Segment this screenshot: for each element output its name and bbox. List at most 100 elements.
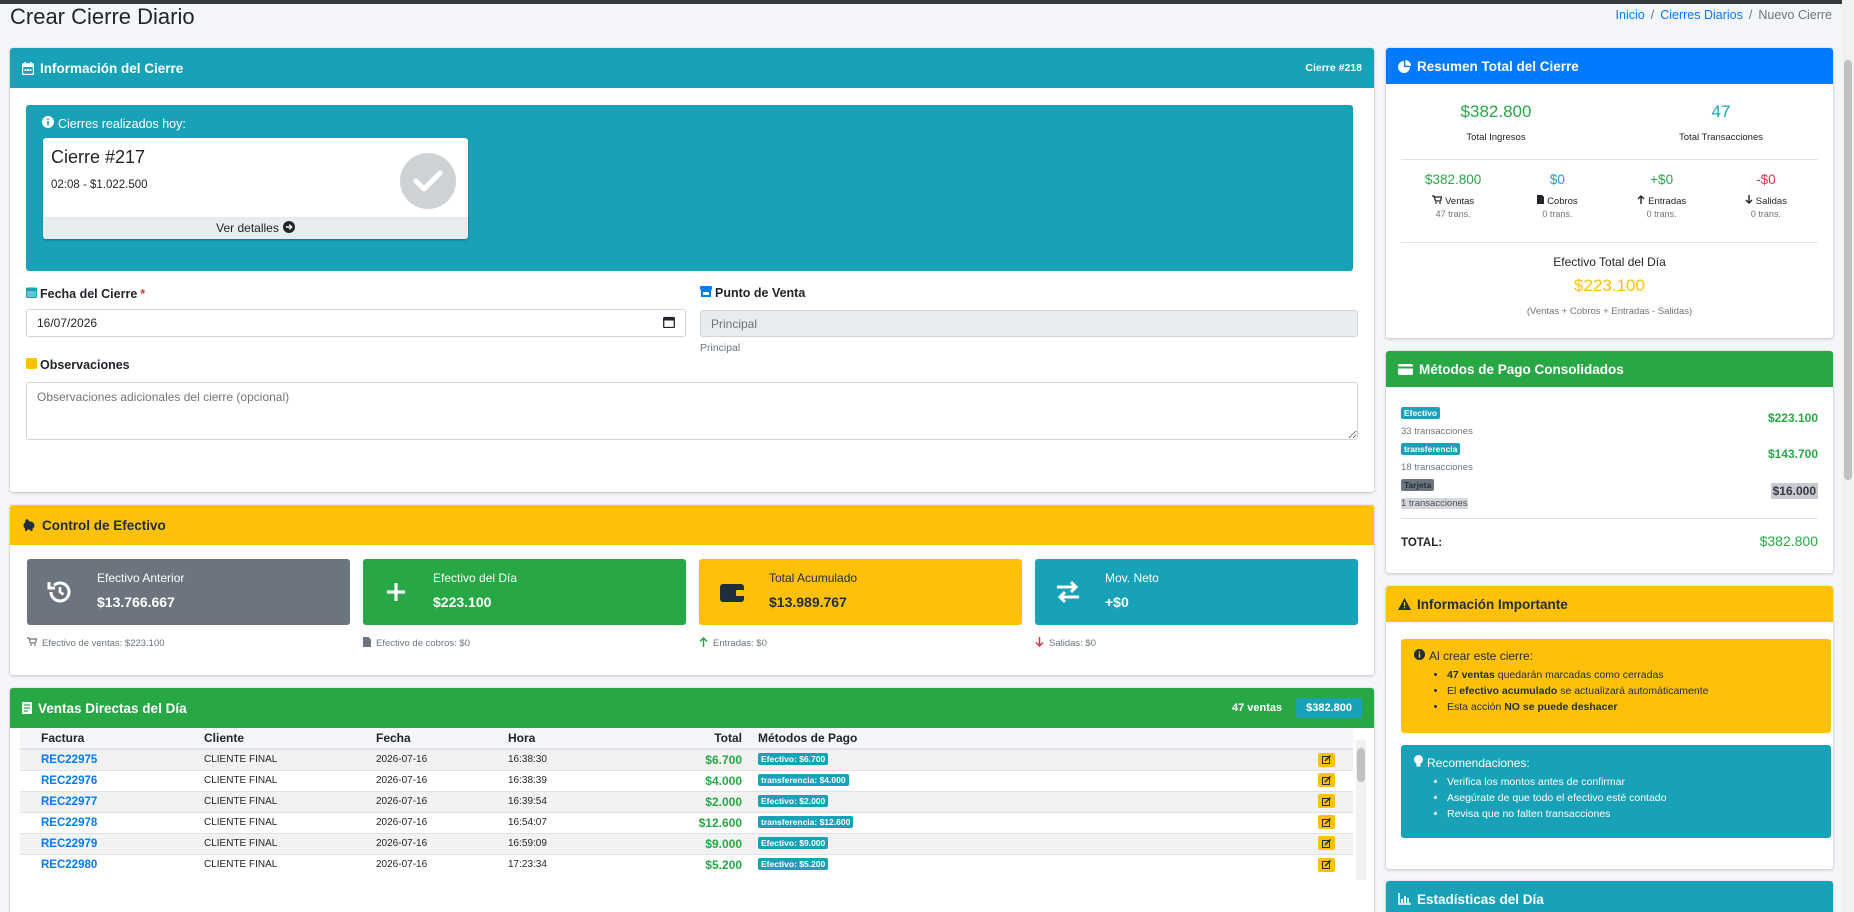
- efectivo-dia-box: Efectivo del Día $223.100: [363, 559, 686, 625]
- table-scrollbar-thumb[interactable]: [1357, 748, 1365, 782]
- hora-cell: 16:38:39: [500, 769, 600, 791]
- table-row: REC22977 CLIENTE FINAL 2026-07-16 16:39:…: [20, 790, 1353, 812]
- recomendaciones-list: Verifica los montos antes de confirmar A…: [1414, 776, 1818, 820]
- breadcrumb-cierres[interactable]: Cierres Diarios: [1660, 8, 1743, 22]
- cierre-number: Cierre #218: [1305, 62, 1362, 74]
- wallet-icon: [715, 575, 749, 609]
- piggy-bank-icon: [22, 519, 36, 531]
- cart-icon: [1432, 195, 1443, 207]
- page-title: Crear Cierre Diario: [10, 4, 195, 29]
- page-scrollbar[interactable]: [1842, 0, 1854, 912]
- estadisticas-card: Estadísticas del Día: [1386, 881, 1833, 912]
- lightbulb-icon: [1414, 755, 1423, 770]
- factura-link[interactable]: REC22978: [41, 817, 97, 829]
- edit-button[interactable]: [1318, 815, 1335, 830]
- metodo-efectivo: Efectivo 33 transacciones $223.100: [1401, 407, 1818, 437]
- fecha-cell: 2026-07-16: [368, 748, 500, 770]
- total-cell: $12.600: [600, 811, 750, 833]
- col-fecha[interactable]: Fecha: [368, 728, 500, 750]
- col-total[interactable]: Total: [600, 728, 750, 750]
- arrow-up-icon: [699, 636, 708, 650]
- calendar-picker-icon[interactable]: [663, 316, 675, 331]
- total-acumulado-box: Total Acumulado $13.989.767: [699, 559, 1022, 625]
- ventas-table-container[interactable]: Factura Cliente Fecha Hora Total Métodos…: [20, 728, 1368, 888]
- hora-cell: 16:39:54: [500, 790, 600, 812]
- cliente-cell: CLIENTE FINAL: [196, 811, 368, 833]
- col-cliente[interactable]: Cliente: [196, 728, 368, 750]
- prev-cierre-card[interactable]: Cierre #217 02:08 - $1.022.500 Ver detal…: [43, 138, 468, 239]
- col-hora[interactable]: Hora: [500, 728, 600, 750]
- top-bar: [0, 0, 1854, 4]
- edit-button[interactable]: [1318, 836, 1335, 851]
- factura-link[interactable]: REC22980: [41, 859, 97, 871]
- pago-badge: transferencia: $4.000: [758, 774, 849, 786]
- hora-cell: 16:54:07: [500, 811, 600, 833]
- edit-button[interactable]: [1318, 773, 1335, 788]
- edit-button[interactable]: [1318, 794, 1335, 809]
- page-scrollbar-thumb[interactable]: [1844, 60, 1852, 480]
- total-cell: $5.200: [600, 853, 750, 875]
- pago-badge: Efectivo: $9.000: [758, 837, 829, 849]
- resumen-salidas: -$0 Salidas 0 trans.: [1714, 172, 1818, 219]
- col-metodos[interactable]: Métodos de Pago: [750, 728, 1310, 750]
- table-scrollbar[interactable]: [1356, 740, 1366, 880]
- total-cell: $9.000: [600, 832, 750, 854]
- punto-venta-input: Principal: [700, 310, 1358, 337]
- punto-venta-help: Principal: [700, 342, 741, 354]
- ventas-total-badge: $382.800: [1296, 698, 1362, 718]
- store-icon: [700, 286, 712, 300]
- ventas-table-body: REC22975 CLIENTE FINAL 2026-07-16 16:38:…: [20, 748, 1353, 875]
- metodos-total-value: $382.800: [1759, 533, 1818, 549]
- observaciones-textarea[interactable]: [26, 382, 1358, 440]
- edit-button[interactable]: [1318, 857, 1335, 872]
- resumen-breakdown: $382.800 Ventas 47 trans. $0 Cobros 0 tr…: [1401, 172, 1818, 219]
- edit-button[interactable]: [1318, 752, 1335, 767]
- cart-icon: [27, 637, 38, 649]
- factura-link[interactable]: REC22977: [41, 796, 97, 808]
- table-row: REC22978 CLIENTE FINAL 2026-07-16 16:54:…: [20, 811, 1353, 833]
- total-cell: $4.000: [600, 769, 750, 791]
- ventas-count: 47 ventas: [1231, 702, 1283, 714]
- fecha-cell: 2026-07-16: [368, 832, 500, 854]
- chart-line-icon: [1398, 893, 1411, 905]
- ventas-card-header: Ventas Directas del Día 47 ventas $382.8…: [10, 688, 1374, 728]
- cliente-cell: CLIENTE FINAL: [196, 832, 368, 854]
- ventas-card: Ventas Directas del Día 47 ventas $382.8…: [10, 688, 1374, 912]
- breadcrumb-inicio[interactable]: Inicio: [1616, 8, 1645, 22]
- file-invoice-icon: [1537, 195, 1545, 207]
- efectivo-total-label: Efectivo Total del Día: [1553, 255, 1666, 269]
- ver-detalles-link[interactable]: Ver detalles: [43, 217, 468, 239]
- credit-card-icon: [1398, 363, 1413, 375]
- fecha-cell: 2026-07-16: [368, 811, 500, 833]
- list-item: Esta acción NO se puede deshacer: [1447, 701, 1818, 713]
- hora-cell: 16:38:30: [500, 748, 600, 770]
- factura-link[interactable]: REC22976: [41, 775, 97, 787]
- resumen-card: Resumen Total del Cierre $382.800 Total …: [1386, 48, 1833, 338]
- info-circle-icon: [42, 116, 54, 131]
- divider: [1401, 159, 1818, 160]
- prev-cierre-title: Cierre #217: [51, 147, 146, 167]
- al-crear-alert: Al crear este cierre: 47 ventas quedarán…: [1401, 639, 1831, 733]
- efectivo-anterior-box: Efectivo Anterior $13.766.667: [27, 559, 350, 625]
- total-ingresos-value: $382.800: [1460, 102, 1532, 121]
- total-cell: $2.000: [600, 790, 750, 812]
- table-header-row: Factura Cliente Fecha Hora Total Métodos…: [20, 728, 1353, 750]
- fecha-cell: 2026-07-16: [368, 853, 500, 875]
- cliente-cell: CLIENTE FINAL: [196, 748, 368, 770]
- sticky-note-icon: [26, 358, 37, 372]
- importante-card: Información Importante Al crear este cie…: [1386, 586, 1833, 869]
- calendar-icon: [22, 61, 34, 75]
- mov-neto-box: Mov. Neto +$0: [1035, 559, 1358, 625]
- fecha-label: Fecha del Cierre *: [26, 286, 145, 301]
- factura-link[interactable]: REC22979: [41, 838, 97, 850]
- fecha-cell: 2026-07-16: [368, 790, 500, 812]
- factura-link[interactable]: REC22975: [41, 754, 97, 766]
- punto-venta-label: Punto de Venta: [700, 286, 805, 300]
- al-crear-list: 47 ventas quedarán marcadas como cerrada…: [1414, 669, 1818, 713]
- col-factura[interactable]: Factura: [20, 728, 196, 750]
- metodos-total-label: TOTAL:: [1401, 537, 1443, 549]
- fecha-input[interactable]: 16/07/2026: [26, 309, 686, 337]
- cierres-hoy-box: Cierres realizados hoy: Cierre #217 02:0…: [26, 105, 1353, 271]
- total-ingresos-label: Total Ingresos: [1466, 132, 1526, 143]
- ventas-table: Factura Cliente Fecha Hora Total Métodos…: [20, 728, 1353, 875]
